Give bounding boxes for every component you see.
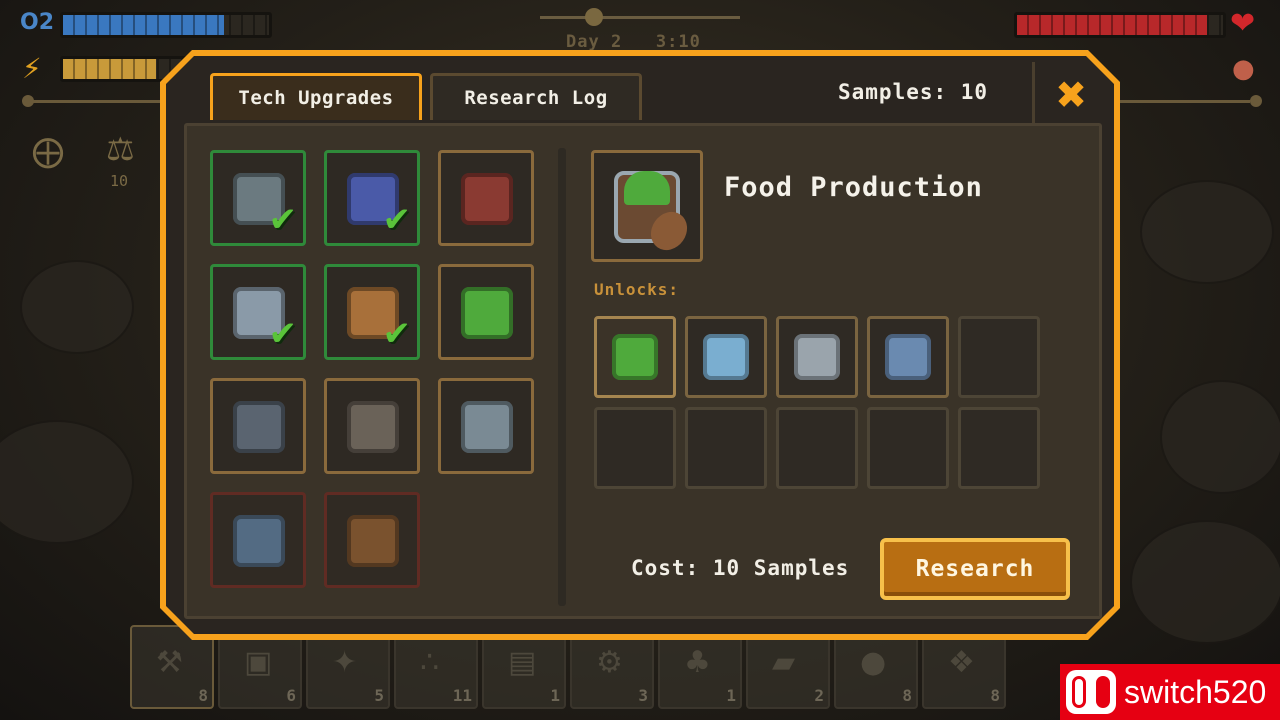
food-production-icon: [461, 287, 513, 339]
tech-title: Food Production: [724, 172, 983, 203]
hud-divider: [30, 100, 170, 103]
tech-slot[interactable]: ✔: [210, 150, 306, 246]
tech-slot[interactable]: [438, 150, 534, 246]
background-rock: [1160, 380, 1280, 494]
metal-bar-icon: ▰: [772, 645, 796, 680]
day-timeline: [540, 16, 740, 19]
watermark-text: switch520: [1124, 673, 1267, 710]
circuit-board-icon: ▤: [508, 645, 537, 680]
unlock-slot-empty: [958, 407, 1040, 489]
tech-slot[interactable]: [210, 492, 306, 588]
hud-divider-dot: [1250, 95, 1262, 107]
close-icon: ✖: [1055, 73, 1087, 117]
rover-icon: [347, 401, 399, 453]
unlock-slot-empty: [594, 407, 676, 489]
heart-icon: ❤: [1230, 6, 1256, 41]
background-rock: [20, 260, 134, 354]
recycler-icon: [461, 401, 513, 453]
panel-divider: [558, 148, 566, 606]
samples-counter: Samples: 10: [838, 80, 989, 104]
tech-slot[interactable]: [438, 378, 534, 474]
tech-slot[interactable]: ✔: [210, 264, 306, 360]
water-tank-icon: [703, 334, 749, 380]
cost-label: Cost: 10 Samples: [631, 556, 850, 580]
tab-research-log[interactable]: Research Log: [430, 73, 642, 120]
hotbar-count: 6: [286, 686, 296, 705]
energy-icon: ⚡: [22, 52, 42, 85]
selected-tech-icon: [591, 150, 703, 262]
researched-check-icon: ✔: [268, 314, 298, 354]
unlock-slot[interactable]: [685, 316, 767, 398]
shovel-icon: ⚒: [156, 645, 183, 680]
unlock-slot[interactable]: [776, 316, 858, 398]
food-drumstick-icon: ●: [1232, 54, 1255, 84]
tech-slot[interactable]: [438, 264, 534, 360]
hud-divider: [1110, 100, 1250, 103]
background-rock: [1140, 180, 1274, 284]
oxygen-icon: O2: [20, 10, 55, 35]
researched-check-icon: ✔: [268, 200, 298, 240]
hotbar-count: 1: [550, 686, 560, 705]
tech-slot[interactable]: ✔: [324, 264, 420, 360]
rock-pile-icon: ✦: [332, 645, 358, 680]
helmet-icon: [347, 515, 399, 567]
close-button[interactable]: ✖: [1032, 62, 1107, 128]
day-clock: Day 2 3:10: [566, 32, 701, 52]
tech-slot[interactable]: [324, 378, 420, 474]
planter-icon: [612, 334, 658, 380]
hud-divider-dot: [22, 95, 34, 107]
kitchen-robot-icon: [885, 334, 931, 380]
drone-icon: [233, 515, 285, 567]
tech-slot[interactable]: ✔: [324, 150, 420, 246]
gear-icon: ⚙: [596, 645, 623, 680]
unlocks-label: Unlocks:: [594, 280, 680, 299]
tab-tech-upgrades[interactable]: Tech Upgrades: [210, 73, 422, 120]
samples-hud-count: 10: [110, 172, 129, 190]
unlock-slot[interactable]: [594, 316, 676, 398]
turret-icon: [461, 173, 513, 225]
metal-plate-icon: ▣: [244, 645, 273, 680]
hotbar-count: 8: [990, 686, 1000, 705]
sun-icon: [585, 8, 603, 26]
gravel-icon: ∴: [420, 645, 440, 680]
health-bar: [1014, 12, 1226, 38]
unlock-slot-empty: [685, 407, 767, 489]
researched-check-icon: ✔: [382, 314, 412, 354]
tech-slot[interactable]: [324, 492, 420, 588]
hotbar-count: 11: [452, 686, 472, 705]
stone-icon: ●: [860, 645, 887, 680]
flask-icon[interactable]: ⚖: [106, 130, 135, 168]
unlock-slot-empty: [867, 407, 949, 489]
signal-tower-icon: [233, 401, 285, 453]
unlock-slot[interactable]: [867, 316, 949, 398]
switch-logo-icon: [1066, 670, 1116, 714]
research-button[interactable]: Research: [880, 538, 1070, 600]
hotbar-count: 8: [198, 686, 208, 705]
plant-fiber-icon: ♣: [684, 645, 711, 680]
tech-slot[interactable]: [210, 378, 306, 474]
crystal-icon: ❖: [948, 645, 975, 680]
hotbar-count: 5: [374, 686, 384, 705]
watermark: switch520: [1060, 664, 1280, 720]
hotbar-count: 8: [902, 686, 912, 705]
unlock-slot-empty: [958, 316, 1040, 398]
compass-icon[interactable]: ⨁: [32, 132, 64, 170]
hotbar-count: 1: [726, 686, 736, 705]
oxygen-bar: [60, 12, 272, 38]
background-rock: [1130, 520, 1280, 644]
stove-icon: [794, 334, 840, 380]
unlock-slot-empty: [776, 407, 858, 489]
hotbar-count: 3: [638, 686, 648, 705]
hotbar-count: 2: [814, 686, 824, 705]
researched-check-icon: ✔: [382, 200, 412, 240]
